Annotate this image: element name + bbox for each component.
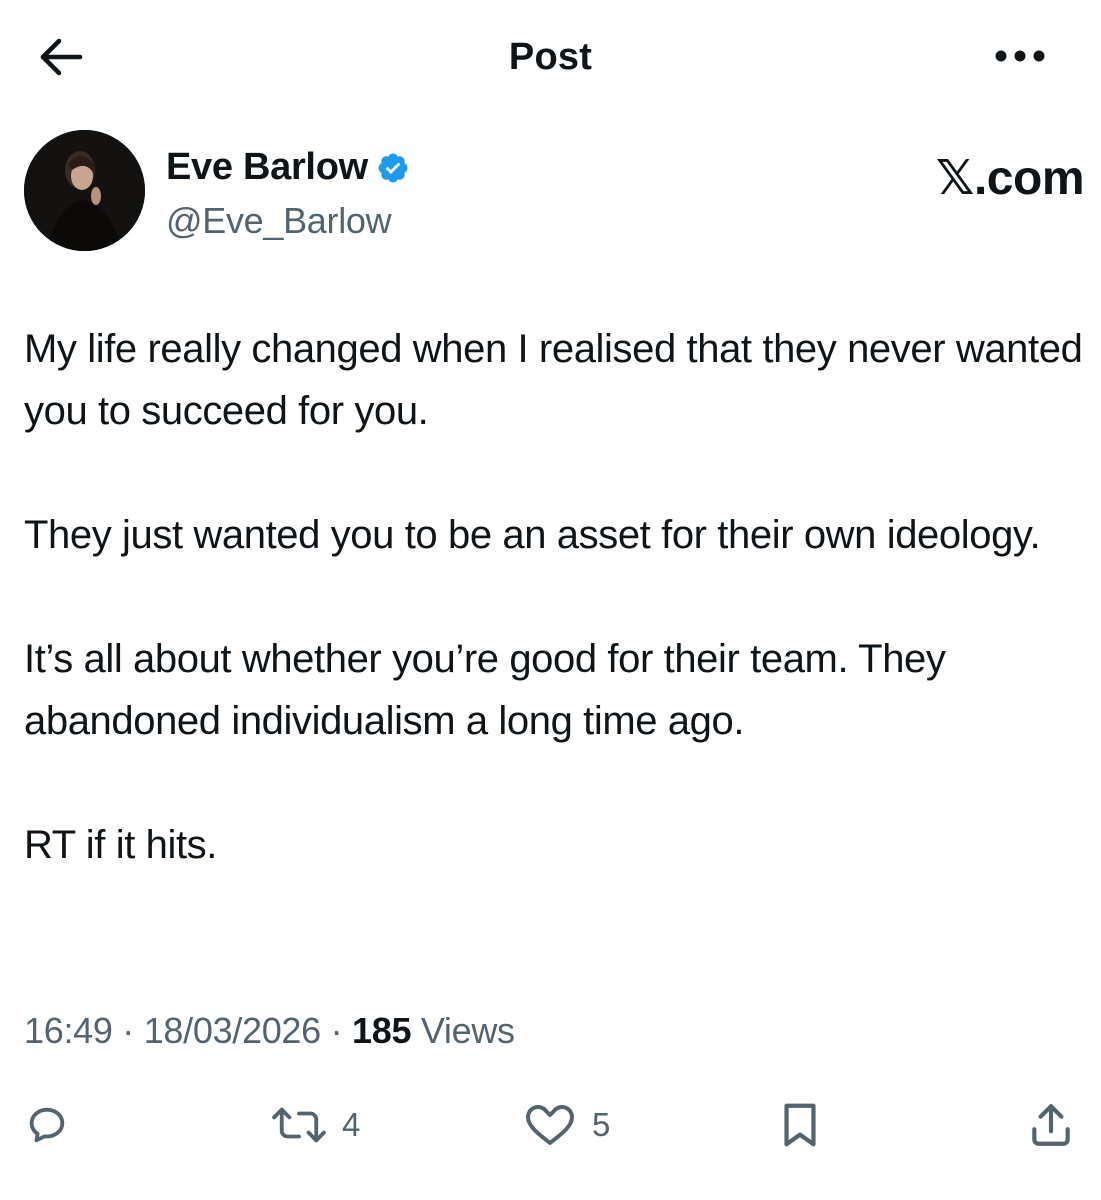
post-meta: 16:49 · 18/03/2026 · 185 Views	[24, 1010, 515, 1052]
repost-button[interactable]: 4	[270, 1090, 360, 1160]
meta-separator: ·	[330, 1010, 343, 1051]
views-label: Views	[420, 1010, 515, 1051]
bookmark-icon	[784, 1103, 816, 1147]
share-icon	[1032, 1104, 1070, 1146]
reply-button[interactable]	[24, 1090, 70, 1160]
repost-count: 4	[342, 1106, 361, 1143]
heart-icon	[526, 1105, 574, 1145]
more-button[interactable]	[990, 36, 1050, 76]
bookmark-button[interactable]	[776, 1090, 824, 1160]
display-name[interactable]: Eve Barlow	[166, 146, 368, 189]
name-row: Eve Barlow	[166, 146, 410, 189]
post-paragraph: They just wanted you to be an asset for …	[24, 513, 1041, 557]
post-paragraph: It’s all about whether you’re good for t…	[24, 637, 946, 743]
verified-badge-icon	[378, 152, 408, 183]
post-paragraph: My life really changed when I realised t…	[24, 327, 1083, 433]
repost-icon	[272, 1107, 326, 1143]
post-date[interactable]: 18/03/2026	[144, 1010, 321, 1051]
page-title: Post	[508, 36, 593, 78]
user-handle[interactable]: @Eve_Barlow	[166, 200, 392, 242]
views-count[interactable]: 185	[352, 1010, 411, 1051]
more-horizontal-icon	[995, 50, 1045, 62]
meta-separator: ·	[122, 1010, 134, 1051]
like-button[interactable]: 5	[522, 1090, 610, 1160]
share-button[interactable]	[1026, 1090, 1076, 1160]
action-bar: 4 5	[0, 1090, 1101, 1160]
like-count: 5	[592, 1106, 611, 1143]
top-bar: Post	[0, 0, 1101, 115]
reply-icon	[29, 1107, 65, 1143]
post-text: My life really changed when I realised t…	[24, 318, 1084, 876]
post-paragraph: RT if it hits.	[24, 823, 217, 867]
post-time[interactable]: 16:49	[24, 1010, 113, 1051]
avatar[interactable]	[24, 130, 145, 251]
author-row: Eve Barlow @Eve_Barlow 𝕏.com	[24, 130, 1085, 255]
brand-watermark: 𝕏.com	[935, 152, 1085, 205]
avatar-photo-icon	[24, 130, 145, 251]
